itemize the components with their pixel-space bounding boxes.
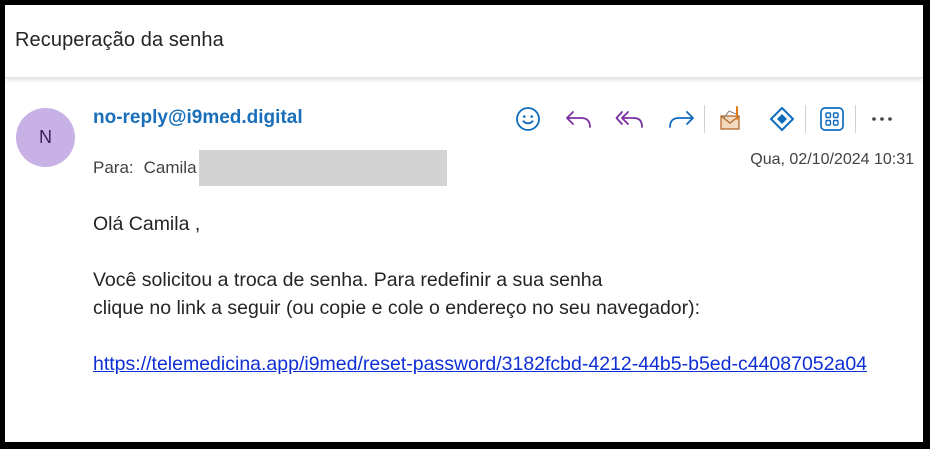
- reset-password-link[interactable]: https://telemedicina.app/i9med/reset-pas…: [93, 350, 873, 378]
- report-button[interactable]: [713, 102, 749, 136]
- recipient-name[interactable]: Camila: [144, 158, 197, 178]
- greeting: Olá Camila ,: [93, 213, 201, 235]
- sender-address[interactable]: no-reply@i9med.digital: [93, 107, 303, 129]
- toolbar-divider: [855, 105, 856, 133]
- sender-avatar[interactable]: N: [16, 108, 75, 167]
- email-date: Qua, 02/10/2024 10:31: [750, 151, 914, 168]
- forward-icon: [669, 111, 694, 128]
- reply-all-button[interactable]: [612, 102, 648, 136]
- email-subject: Recuperação da senha: [15, 29, 224, 51]
- reply-button[interactable]: [561, 102, 597, 136]
- tag-button[interactable]: [764, 102, 800, 136]
- more-actions-button[interactable]: [864, 102, 900, 136]
- body-line-1: Você solicitou a troca de senha. Para re…: [93, 269, 603, 291]
- more-icon: [872, 117, 892, 121]
- forward-button[interactable]: [663, 102, 699, 136]
- to-label: Para:: [93, 158, 134, 177]
- toolbar-divider: [805, 105, 806, 133]
- toolbar-divider: [704, 105, 705, 133]
- tag-icon: [770, 107, 794, 131]
- email-body: Olá Camila , Você solicitou a troca de s…: [93, 210, 873, 378]
- reply-icon: [566, 111, 591, 128]
- avatar-initial: N: [39, 127, 52, 147]
- apps-icon: [820, 107, 844, 131]
- apps-button[interactable]: [814, 102, 850, 136]
- emoji-button[interactable]: [510, 102, 546, 136]
- message-toolbar: [510, 102, 915, 136]
- redacted-recipient: [198, 150, 447, 186]
- mail-report-icon: [720, 106, 740, 130]
- emoji-icon: [516, 107, 540, 131]
- subject-bar: Recuperação da senha: [5, 5, 923, 78]
- email-window: Recuperação da senha N no-reply@i9med.di…: [5, 5, 923, 442]
- body-line-2: clique no link a seguir (ou copie e cole…: [93, 297, 701, 319]
- recipient-line: Para: Camila: [93, 150, 447, 186]
- reply-all-icon: [615, 111, 643, 128]
